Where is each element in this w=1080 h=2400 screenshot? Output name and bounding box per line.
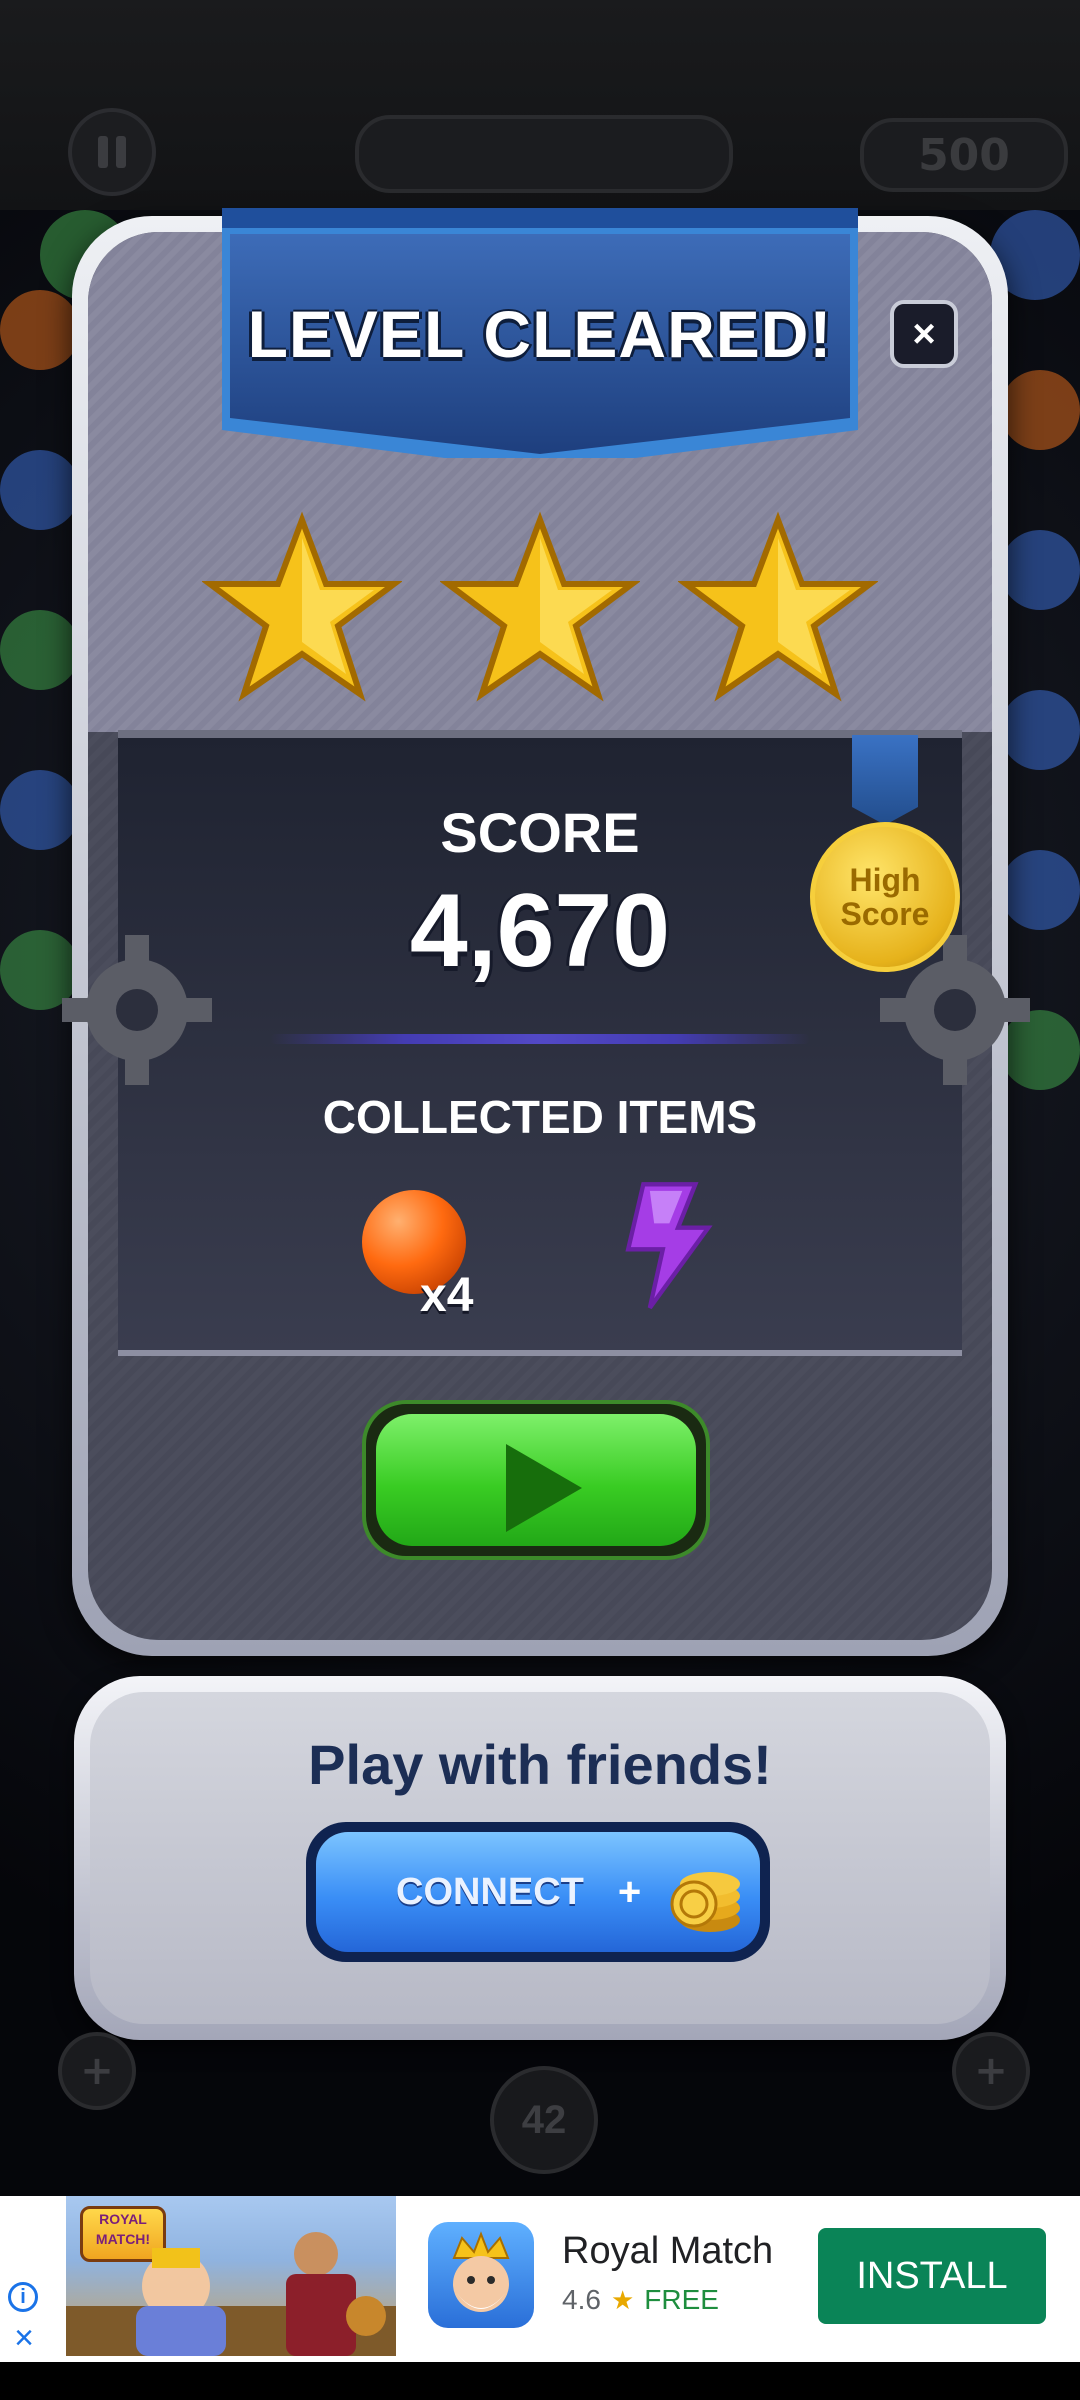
- ad-characters-illustration: [66, 2232, 396, 2356]
- ad-image[interactable]: ROYAL MATCH!: [66, 2196, 396, 2356]
- divider: [118, 730, 962, 738]
- background-bubble: [0, 450, 80, 530]
- ad-app-icon[interactable]: [428, 2222, 534, 2328]
- high-score-medal: High Score: [810, 822, 960, 972]
- ad-app-meta: 4.6 ★ FREE: [562, 2284, 719, 2316]
- king-face-icon: [452, 2231, 510, 2312]
- ad-close-icon[interactable]: ×: [8, 2319, 40, 2357]
- level-number: 42: [490, 2066, 598, 2174]
- divider: [118, 1350, 962, 1356]
- star-icon: [202, 511, 402, 702]
- star-icon: [678, 511, 878, 702]
- pause-button[interactable]: [68, 108, 156, 196]
- star-icon: [440, 511, 640, 702]
- hud-score: 500: [860, 118, 1068, 192]
- orb-count: x4: [420, 1269, 474, 1322]
- score-divider-glow: [270, 1034, 810, 1044]
- play-button-face: [376, 1414, 696, 1546]
- background-bubble: [1000, 530, 1080, 610]
- purple-lightning-icon: [625, 1182, 713, 1310]
- coins-icon: [670, 1872, 740, 1932]
- close-button[interactable]: ×: [890, 300, 958, 368]
- background-bubble: [1000, 690, 1080, 770]
- collected-items-label: COLLECTED ITEMS: [322, 1091, 758, 1143]
- board-plus-left: +: [58, 2032, 136, 2110]
- background-bubble: [0, 610, 80, 690]
- medal-ribbon: [852, 735, 918, 825]
- ad-info-icon[interactable]: i: [8, 2282, 38, 2312]
- connect-label: CONNECT: [396, 1870, 584, 1913]
- ad-price: FREE: [644, 2284, 719, 2315]
- medal-text-line2: Score: [840, 896, 930, 932]
- plus-icon: +: [974, 2048, 1008, 2094]
- pause-icon: [98, 136, 108, 168]
- bottom-bar: [0, 2362, 1080, 2400]
- plus-label: +: [617, 1869, 642, 1914]
- close-icon: ×: [912, 311, 936, 356]
- ad-app-name: Royal Match: [562, 2230, 774, 2272]
- play-next-button[interactable]: [362, 1400, 710, 1560]
- medal-text-line1: High: [849, 862, 921, 898]
- friends-title: Play with friends!: [308, 1733, 772, 1796]
- rating-star-icon: ★: [610, 2284, 635, 2315]
- ad-rating: 4.6: [562, 2284, 601, 2315]
- star-progress-bar: [355, 115, 733, 193]
- install-button[interactable]: INSTALL: [818, 2228, 1046, 2324]
- board-plus-right: +: [952, 2032, 1030, 2110]
- medal-label: High Score: [841, 863, 930, 931]
- plus-icon: +: [80, 2048, 114, 2094]
- top-hud: 500: [0, 0, 1080, 210]
- background-bubble: [1000, 370, 1080, 450]
- play-icon: [506, 1444, 582, 1532]
- pause-icon: [116, 136, 126, 168]
